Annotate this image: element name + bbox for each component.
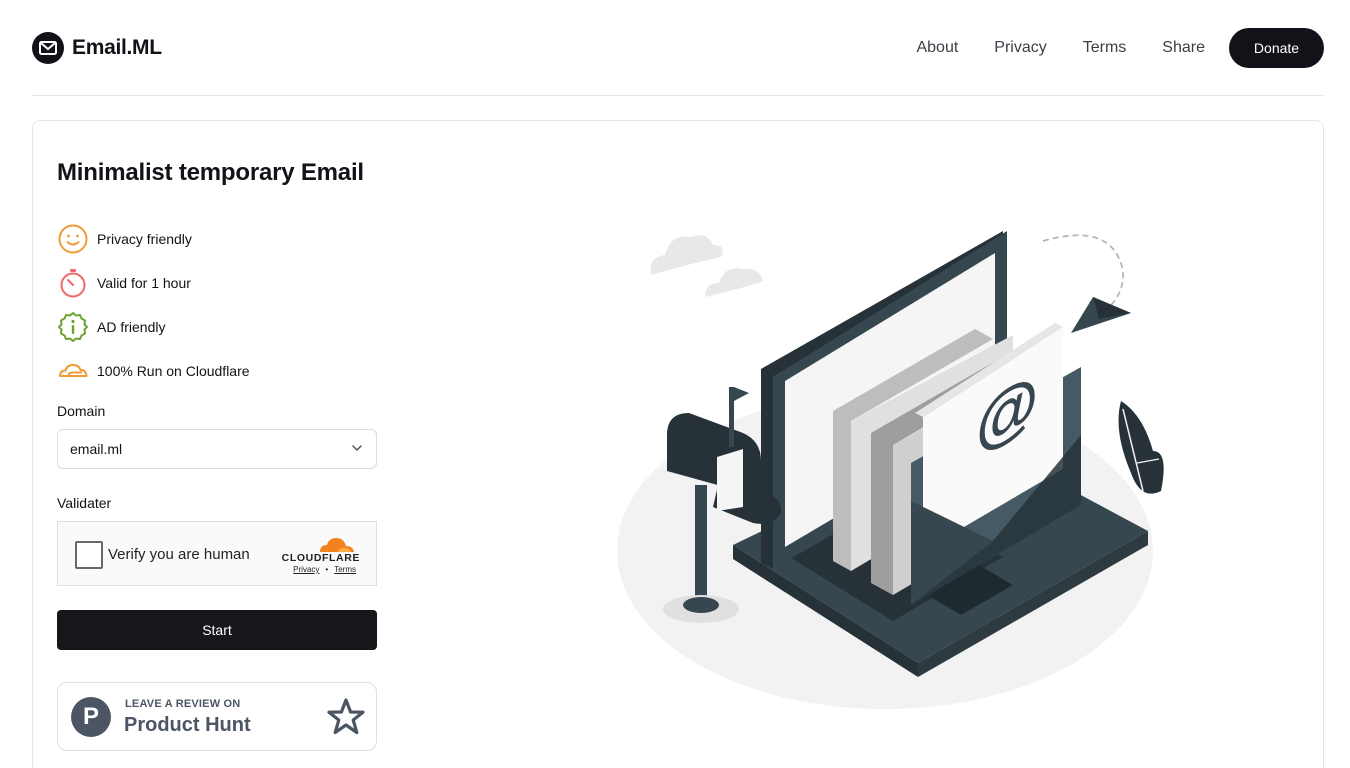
turnstile-privacy-link[interactable]: Privacy (293, 565, 319, 574)
info-badge-icon (57, 311, 89, 343)
nav-about[interactable]: About (916, 39, 958, 57)
main-card: Minimalist temporary Email Privacy frien… (32, 120, 1324, 768)
feature-list: Privacy friendly Valid for 1 hour AD fri… (57, 217, 250, 393)
nav-terms[interactable]: Terms (1083, 39, 1127, 57)
turnstile-terms-link[interactable]: Terms (334, 565, 356, 574)
cloudflare-wordmark: CLOUDFLARE (281, 552, 360, 564)
feature-item: 100% Run on Cloudflare (57, 349, 250, 393)
chevron-down-icon (350, 441, 364, 458)
product-hunt-caption: LEAVE A REVIEW ON (125, 698, 241, 710)
smile-icon (57, 223, 89, 255)
turnstile-links: Privacy • Terms (293, 565, 356, 574)
domain-select-value: email.ml (70, 441, 123, 457)
start-button[interactable]: Start (57, 610, 377, 650)
stopwatch-icon (57, 267, 89, 299)
product-hunt-logo-icon: P (71, 697, 111, 737)
verify-text: Verify you are human (108, 546, 250, 563)
feature-label: 100% Run on Cloudflare (97, 363, 250, 379)
site-header: Email.ML About Privacy Terms Share Donat… (32, 0, 1324, 96)
domain-select[interactable]: email.ml (57, 429, 377, 469)
feature-label: AD friendly (97, 319, 166, 335)
feature-item: AD friendly (57, 305, 250, 349)
top-nav: About Privacy Terms Share Donate (916, 28, 1324, 68)
mail-logo-icon (32, 32, 64, 64)
donate-button[interactable]: Donate (1229, 28, 1324, 68)
cloud-icon (57, 355, 89, 387)
validater-label: Validater (57, 495, 112, 511)
product-hunt-title: Product Hunt (124, 714, 251, 736)
feature-label: Privacy friendly (97, 231, 192, 247)
verify-checkbox[interactable] (75, 541, 103, 569)
turnstile-widget: Verify you are human CLOUDFLARE Privacy … (57, 521, 377, 586)
feature-label: Valid for 1 hour (97, 275, 191, 291)
feature-item: Valid for 1 hour (57, 261, 250, 305)
app-name: Email.ML (72, 36, 162, 59)
star-icon (327, 698, 365, 735)
product-hunt-badge[interactable]: P LEAVE A REVIEW ON Product Hunt (57, 682, 377, 751)
feature-item: Privacy friendly (57, 217, 250, 261)
nav-share[interactable]: Share (1162, 39, 1205, 57)
email-laptop-illustration: @ (617, 231, 1164, 709)
page-title: Minimalist temporary Email (57, 159, 364, 186)
logo[interactable]: Email.ML (32, 32, 162, 64)
domain-label: Domain (57, 403, 106, 419)
nav-privacy[interactable]: Privacy (994, 39, 1046, 57)
turnstile-separator: • (325, 565, 329, 574)
